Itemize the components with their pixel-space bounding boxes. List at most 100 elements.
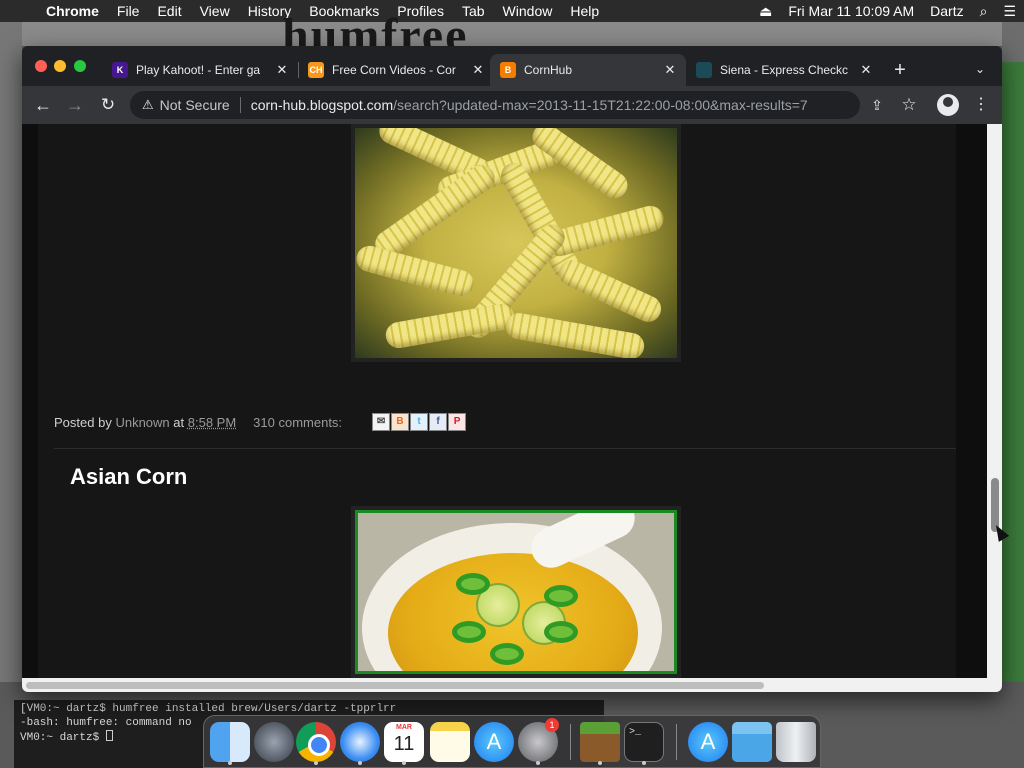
tab-close-icon[interactable]: ✕ bbox=[858, 62, 874, 78]
address-bar[interactable]: ⚠ Not Secure corn-hub.blogspot.com/searc… bbox=[130, 91, 860, 119]
terminal-cursor bbox=[105, 730, 113, 741]
running-indicator bbox=[358, 761, 362, 765]
chrome-window: K Play Kahoot! - Enter ga ✕ CH Free Corn… bbox=[22, 46, 1002, 692]
tab-close-icon[interactable]: ✕ bbox=[662, 62, 678, 78]
menu-app-name[interactable]: Chrome bbox=[38, 3, 108, 19]
chrome-menu-icon[interactable]: ⋮ bbox=[970, 94, 992, 116]
menu-view[interactable]: View bbox=[191, 3, 239, 19]
dock: MAR 11 A 1 >_ A bbox=[203, 715, 821, 768]
post-divider bbox=[54, 448, 956, 449]
chrome-icon[interactable] bbox=[296, 722, 336, 762]
desktop-background-left bbox=[0, 22, 22, 682]
running-indicator bbox=[536, 761, 540, 765]
pinterest-share-icon[interactable]: P bbox=[448, 413, 467, 431]
tab-strip: K Play Kahoot! - Enter ga ✕ CH Free Corn… bbox=[22, 46, 1002, 86]
bookmark-star-icon[interactable]: ☆ bbox=[898, 94, 920, 116]
cornhub-icon: CH bbox=[308, 62, 324, 78]
running-indicator bbox=[314, 761, 318, 765]
tab-siena[interactable]: Siena - Express Checkc ✕ bbox=[686, 54, 882, 86]
corn-cob bbox=[370, 160, 500, 262]
post-title[interactable]: Asian Corn bbox=[70, 464, 187, 490]
corn-cob bbox=[355, 242, 477, 300]
warning-triangle-icon[interactable]: ⚠ bbox=[142, 97, 154, 113]
email-share-icon[interactable]: ✉ bbox=[372, 413, 391, 431]
share-buttons: ✉ B t f P bbox=[372, 413, 467, 431]
omnibox-divider bbox=[239, 97, 241, 113]
terminal-prompt: VM0:~ dartz$ bbox=[20, 732, 106, 744]
chili-slice bbox=[452, 621, 486, 643]
tab-close-icon[interactable]: ✕ bbox=[274, 62, 290, 78]
menu-file[interactable]: File bbox=[108, 3, 149, 19]
calendar-icon[interactable]: MAR 11 bbox=[384, 722, 424, 762]
downloads-folder-icon[interactable] bbox=[732, 722, 772, 762]
chili-slice bbox=[490, 643, 524, 665]
macos-menu-bar: Chrome File Edit View History Bookmarks … bbox=[0, 0, 1024, 22]
author-link[interactable]: Unknown bbox=[115, 415, 169, 430]
reload-icon[interactable]: ↻ bbox=[97, 94, 119, 116]
menu-edit[interactable]: Edit bbox=[148, 3, 190, 19]
share-icon[interactable]: ⇪ bbox=[866, 94, 888, 116]
twitter-share-icon[interactable]: t bbox=[410, 413, 429, 431]
vertical-scrollbar[interactable] bbox=[987, 124, 1002, 678]
horizontal-scrollbar[interactable] bbox=[22, 678, 987, 692]
notes-icon[interactable] bbox=[430, 722, 470, 762]
finder-icon[interactable] bbox=[210, 722, 250, 762]
page-viewport[interactable]: Posted by Unknown at 8:58 PM 310 comment… bbox=[22, 124, 987, 678]
dock-separator bbox=[676, 724, 677, 760]
tab-title: CornHub bbox=[524, 63, 573, 77]
dock-separator bbox=[570, 724, 571, 760]
photo-image bbox=[355, 510, 677, 674]
blogger-icon: B bbox=[500, 62, 516, 78]
url-path: /search?updated-max=2013-11-15T21:22:00-… bbox=[393, 97, 808, 113]
corn-cob bbox=[383, 301, 517, 351]
url-host: corn-hub.blogspot.com bbox=[250, 97, 394, 113]
forward-arrow-icon[interactable]: → bbox=[64, 94, 86, 116]
eject-icon[interactable]: ⏏ bbox=[751, 3, 780, 20]
menu-window[interactable]: Window bbox=[494, 3, 562, 19]
spotlight-search-icon[interactable]: ⌕ bbox=[972, 3, 996, 20]
baby-corn-photo[interactable] bbox=[351, 124, 681, 362]
horizontal-scroll-thumb[interactable] bbox=[26, 682, 764, 689]
tab-cornhub[interactable]: B CornHub ✕ bbox=[490, 54, 686, 86]
asian-corn-soup-photo[interactable] bbox=[351, 506, 681, 678]
app-store-icon[interactable]: A bbox=[474, 722, 514, 762]
tab-search-chevron-icon[interactable]: ⌄ bbox=[972, 62, 988, 78]
chili-slice bbox=[544, 585, 578, 607]
menubar-clock[interactable]: Fri Mar 11 10:09 AM bbox=[780, 3, 922, 19]
running-indicator bbox=[402, 761, 406, 765]
security-label[interactable]: Not Secure bbox=[160, 97, 230, 113]
chili-slice bbox=[456, 573, 490, 595]
window-minimize-button[interactable] bbox=[54, 60, 66, 72]
corn-cob bbox=[554, 255, 666, 327]
menu-help[interactable]: Help bbox=[561, 3, 608, 19]
blogthis-icon[interactable]: B bbox=[391, 413, 410, 431]
launchpad-icon[interactable] bbox=[254, 722, 294, 762]
app-store-icon[interactable]: A bbox=[688, 722, 728, 762]
menubar-user[interactable]: Dartz bbox=[922, 3, 971, 19]
terminal-icon[interactable]: >_ bbox=[624, 722, 664, 762]
profile-avatar-icon[interactable] bbox=[937, 94, 959, 116]
new-tab-button[interactable]: + bbox=[890, 60, 910, 80]
calendar-day: 11 bbox=[393, 733, 415, 755]
trash-icon[interactable] bbox=[776, 722, 816, 762]
facebook-share-icon[interactable]: f bbox=[429, 413, 448, 431]
posted-by-label: Posted by bbox=[54, 414, 112, 430]
kahoot-icon: K bbox=[112, 62, 128, 78]
safari-icon[interactable] bbox=[340, 722, 380, 762]
post-time-link[interactable]: 8:58 PM bbox=[188, 415, 236, 430]
tab-kahoot[interactable]: K Play Kahoot! - Enter ga ✕ bbox=[102, 54, 299, 86]
tab-free-corn-videos[interactable]: CH Free Corn Videos - Cor ✕ bbox=[298, 54, 494, 86]
desktop-background-right bbox=[1002, 22, 1024, 682]
back-arrow-icon[interactable]: ← bbox=[32, 94, 54, 116]
window-zoom-button[interactable] bbox=[74, 60, 86, 72]
url-text[interactable]: corn-hub.blogspot.com/search?updated-max… bbox=[251, 97, 851, 113]
siena-icon bbox=[696, 62, 712, 78]
window-close-button[interactable] bbox=[35, 60, 47, 72]
scrollbar-corner bbox=[987, 678, 1002, 692]
control-center-icon[interactable]: ☰ bbox=[995, 3, 1024, 20]
minecraft-icon[interactable] bbox=[580, 722, 620, 762]
corn-cob bbox=[503, 311, 647, 358]
tab-close-icon[interactable]: ✕ bbox=[470, 62, 486, 78]
tab-title: Siena - Express Checkc bbox=[720, 63, 849, 77]
comments-link[interactable]: 310 comments: bbox=[253, 415, 342, 430]
